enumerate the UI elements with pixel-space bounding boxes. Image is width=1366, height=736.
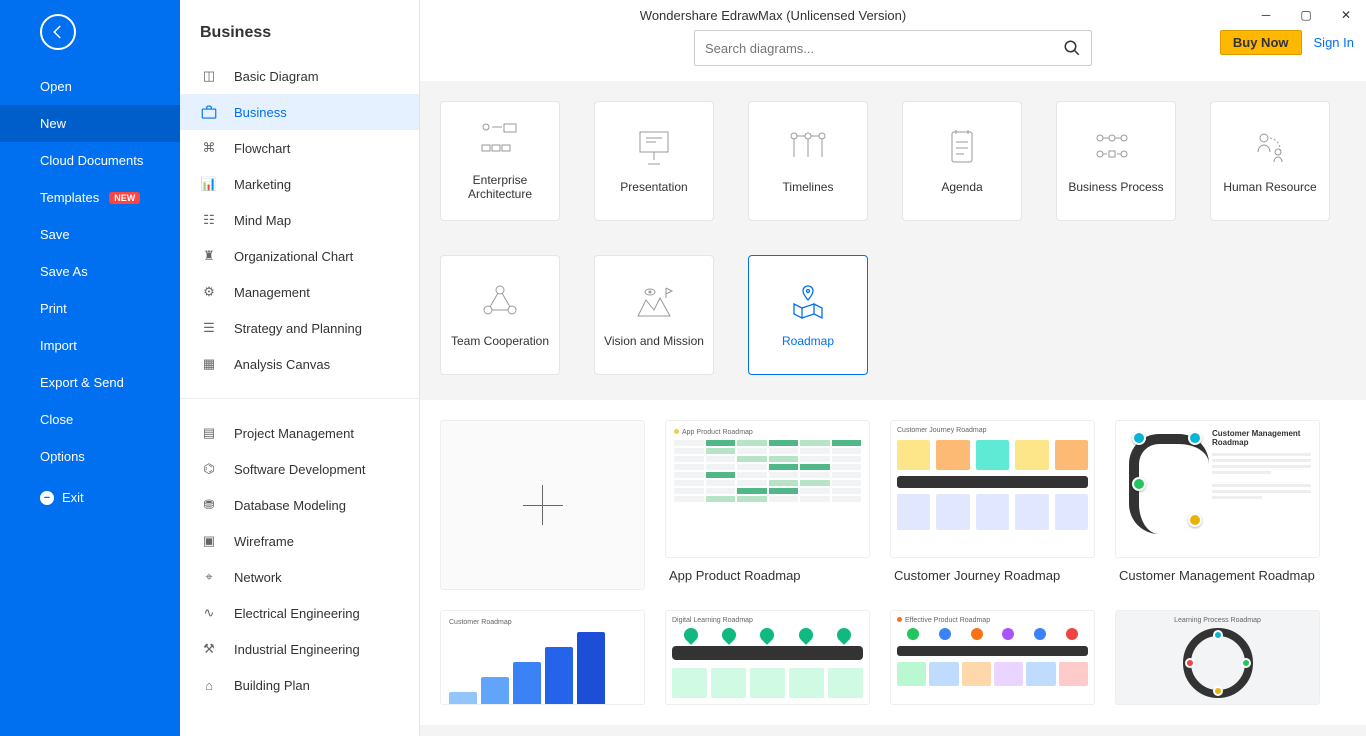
sidebar-item-export-send[interactable]: Export & Send <box>0 364 180 401</box>
sidebar-item-cloud-documents[interactable]: Cloud Documents <box>0 142 180 179</box>
cat-item-marketing[interactable]: 📊Marketing <box>180 166 419 202</box>
template-blank[interactable] <box>440 420 645 590</box>
cat-item-project-management[interactable]: ▤Project Management <box>180 415 419 451</box>
tile-business-process[interactable]: Business Process <box>1056 101 1176 221</box>
template-learning-process-roadmap[interactable]: Learning Process Roadmap Learning Proces… <box>1115 610 1320 705</box>
cat-item-flowchart[interactable]: ⌘Flowchart <box>180 130 419 166</box>
electrical-icon: ∿ <box>200 604 218 622</box>
maximize-button[interactable]: ▢ <box>1286 0 1326 30</box>
cat-item-management[interactable]: ⚙Management <box>180 274 419 310</box>
industrial-icon: ⚒ <box>200 640 218 658</box>
template-thumbnail: Customer Journey Roadmap <box>890 420 1095 558</box>
process-icon <box>1094 128 1138 166</box>
sidebar-item-templates[interactable]: TemplatesNEW <box>0 179 180 216</box>
team-icon <box>478 282 522 320</box>
cat-item-basic-diagram[interactable]: ◫Basic Diagram <box>180 58 419 94</box>
templates-section: App Product Roadmap App Product Roadmap … <box>420 400 1366 725</box>
cat-item-business[interactable]: Business <box>180 94 419 130</box>
cat-item-building-plan[interactable]: ⌂Building Plan <box>180 667 419 703</box>
new-badge: NEW <box>109 192 140 204</box>
cat-item-network[interactable]: ⌖Network <box>180 559 419 595</box>
template-thumbnail: Customer Management Roadmap <box>1115 420 1320 558</box>
cat-item-strategy-planning[interactable]: ☰Strategy and Planning <box>180 310 419 346</box>
org-icon: ♜ <box>200 247 218 265</box>
template-customer-journey-roadmap[interactable]: Customer Journey Roadmap Customer Journe… <box>890 420 1095 590</box>
cat-item-database-modeling[interactable]: ⛃Database Modeling <box>180 487 419 523</box>
template-digital-learning-roadmap[interactable]: Digital Learning Roadmap Digital Learnin… <box>665 610 870 705</box>
tile-agenda[interactable]: Agenda <box>902 101 1022 221</box>
roadmap-icon <box>786 282 830 320</box>
agenda-icon <box>940 128 984 166</box>
search-input[interactable] <box>705 41 1063 56</box>
chart-icon: 📊 <box>200 175 218 193</box>
close-button[interactable]: ✕ <box>1326 0 1366 30</box>
canvas-icon: ▦ <box>200 355 218 373</box>
sidebar-item-exit[interactable]: − Exit <box>0 479 180 516</box>
template-customer-management-roadmap[interactable]: Customer Management Roadmap Customer Man… <box>1115 420 1320 590</box>
database-icon: ⛃ <box>200 496 218 514</box>
tile-team-cooperation[interactable]: Team Cooperation <box>440 255 560 375</box>
tile-vision-mission[interactable]: Vision and Mission <box>594 255 714 375</box>
cat-item-analysis-canvas[interactable]: ▦Analysis Canvas <box>180 346 419 382</box>
sidebar-item-close[interactable]: Close <box>0 401 180 438</box>
shapes-icon: ◫ <box>200 67 218 85</box>
hr-icon <box>1248 128 1292 166</box>
subcategory-tiles: Enterprise Architecture Presentation Tim… <box>420 81 1366 400</box>
template-thumbnail: Digital Learning Roadmap <box>665 610 870 705</box>
sidebar-left: Open New Cloud Documents TemplatesNEW Sa… <box>0 0 180 736</box>
tile-human-resource[interactable]: Human Resource <box>1210 101 1330 221</box>
cat-item-mind-map[interactable]: ☷Mind Map <box>180 202 419 238</box>
search-icon[interactable] <box>1063 39 1081 57</box>
software-icon: ⌬ <box>200 460 218 478</box>
briefcase-icon <box>200 103 218 121</box>
back-button[interactable] <box>40 14 76 50</box>
category-panel: Business ◫Basic Diagram Business ⌘Flowch… <box>180 0 420 736</box>
flowchart-icon: ⌘ <box>200 139 218 157</box>
cat-item-organizational-chart[interactable]: ♜Organizational Chart <box>180 238 419 274</box>
template-thumbnail: Learning Process Roadmap <box>1115 610 1320 705</box>
buy-now-button[interactable]: Buy Now <box>1220 30 1302 55</box>
sidebar-item-import[interactable]: Import <box>0 327 180 364</box>
cog-icon: ⚙ <box>200 283 218 301</box>
template-thumbnail: Effective Product Roadmap <box>890 610 1095 705</box>
plus-icon <box>440 420 645 590</box>
mindmap-icon: ☷ <box>200 211 218 229</box>
cat-item-electrical-engineering[interactable]: ∿Electrical Engineering <box>180 595 419 631</box>
category-divider <box>180 398 419 399</box>
template-app-product-roadmap[interactable]: App Product Roadmap App Product Roadmap <box>665 420 870 590</box>
search-box[interactable] <box>694 30 1092 66</box>
strategy-icon: ☰ <box>200 319 218 337</box>
vision-icon <box>632 282 676 320</box>
template-thumbnail: Customer Roadmap <box>440 610 645 705</box>
cat-item-wireframe[interactable]: ▣Wireframe <box>180 523 419 559</box>
template-thumbnail: App Product Roadmap <box>665 420 870 558</box>
sign-in-link[interactable]: Sign In <box>1314 35 1354 50</box>
template-effective-product-roadmap[interactable]: Effective Product Roadmap Effective Prod… <box>890 610 1095 705</box>
sidebar-item-save[interactable]: Save <box>0 216 180 253</box>
app-title: Wondershare EdrawMax (Unlicensed Version… <box>640 8 906 23</box>
cat-item-software-development[interactable]: ⌬Software Development <box>180 451 419 487</box>
wireframe-icon: ▣ <box>200 532 218 550</box>
main-content: Enterprise Architecture Presentation Tim… <box>420 0 1366 736</box>
cat-item-industrial-engineering[interactable]: ⚒Industrial Engineering <box>180 631 419 667</box>
presentation-icon <box>632 128 676 166</box>
sidebar-item-options[interactable]: Options <box>0 438 180 475</box>
project-icon: ▤ <box>200 424 218 442</box>
timelines-icon <box>786 128 830 166</box>
minimize-button[interactable]: ─ <box>1246 0 1286 30</box>
sidebar-item-open[interactable]: Open <box>0 68 180 105</box>
exit-icon: − <box>40 491 54 505</box>
network-icon: ⌖ <box>200 568 218 586</box>
sidebar-item-print[interactable]: Print <box>0 290 180 327</box>
sidebar-item-new[interactable]: New <box>0 105 180 142</box>
tile-timelines[interactable]: Timelines <box>748 101 868 221</box>
tile-enterprise-architecture[interactable]: Enterprise Architecture <box>440 101 560 221</box>
enterprise-icon <box>478 121 522 159</box>
tile-roadmap[interactable]: Roadmap <box>748 255 868 375</box>
tile-presentation[interactable]: Presentation <box>594 101 714 221</box>
template-customer-roadmap[interactable]: Customer Roadmap Customer Roadmap <box>440 610 645 705</box>
sidebar-item-save-as[interactable]: Save As <box>0 253 180 290</box>
building-icon: ⌂ <box>200 676 218 694</box>
